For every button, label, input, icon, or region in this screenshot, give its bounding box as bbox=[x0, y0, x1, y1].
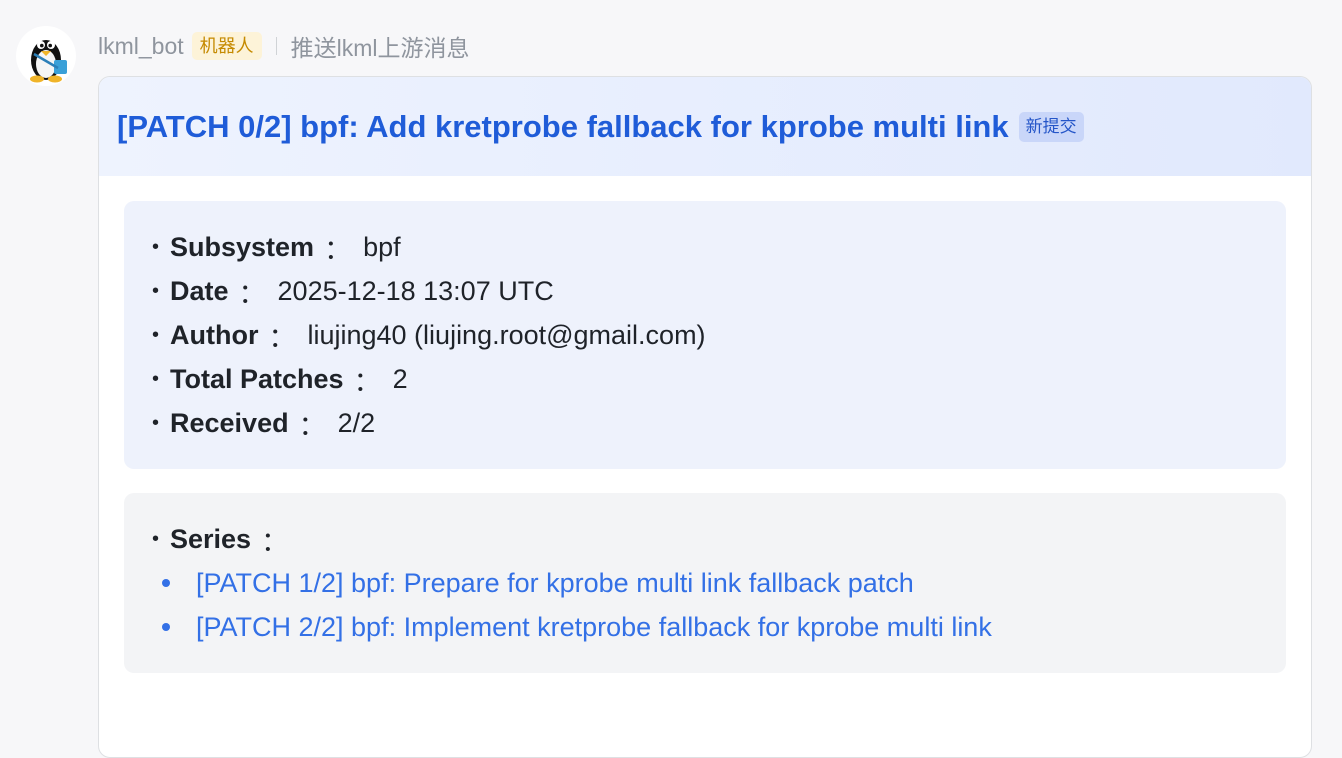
sender-subtitle: 推送lkml上游消息 bbox=[290, 35, 470, 61]
message-card: [PATCH 0/2] bpf: Add kretprobe fallback … bbox=[98, 76, 1312, 758]
field-value: 2/2 bbox=[337, 407, 376, 438]
bullet-icon: • bbox=[152, 367, 160, 390]
bullet-icon: • bbox=[152, 235, 160, 258]
bot-badge: 机器人 bbox=[191, 32, 262, 60]
field-row-total-patches: • Total Patches ： 2 bbox=[152, 357, 1258, 401]
field-separator: ： bbox=[261, 526, 289, 557]
field-separator: ： bbox=[353, 366, 381, 397]
field-separator: ： bbox=[298, 410, 326, 441]
field-key: Subsystem bbox=[170, 231, 315, 262]
field-value: bpf bbox=[363, 231, 401, 262]
field-separator: ： bbox=[324, 234, 352, 265]
card-header: [PATCH 0/2] bpf: Add kretprobe fallback … bbox=[99, 77, 1311, 176]
new-submission-tag: 新提交 bbox=[1018, 111, 1084, 142]
message-header: lkml_bot 机器人 推送lkml上游消息 bbox=[98, 28, 470, 64]
sender-name[interactable]: lkml_bot bbox=[98, 33, 184, 60]
series-panel: • Series ： [PATCH 1/2] bpf: Prepare for … bbox=[124, 493, 1286, 673]
tux-penguin-icon bbox=[30, 40, 67, 83]
bullet-icon: • bbox=[152, 279, 160, 302]
patch-info-panel: • Subsystem ： bpf • Date ： 2025-12-18 13… bbox=[124, 201, 1286, 469]
field-row-received: • Received ： 2/2 bbox=[152, 401, 1258, 445]
field-key: Received bbox=[170, 407, 289, 438]
field-row-date: • Date ： 2025-12-18 13:07 UTC bbox=[152, 269, 1258, 313]
bullet-icon: • bbox=[152, 411, 160, 434]
field-value: 2 bbox=[392, 363, 408, 394]
patch-link[interactable]: [PATCH 2/2] bpf: Implement kretprobe fal… bbox=[196, 612, 992, 643]
field-key: Author bbox=[170, 319, 259, 350]
field-key: Total Patches bbox=[170, 363, 344, 394]
series-item: [PATCH 1/2] bpf: Prepare for kprobe mult… bbox=[152, 561, 1258, 605]
link-bullet-icon bbox=[162, 579, 170, 587]
field-value: 2025-12-18 13:07 UTC bbox=[277, 275, 554, 306]
field-separator: ： bbox=[268, 322, 296, 353]
bullet-icon: • bbox=[152, 527, 160, 550]
patch-link[interactable]: [PATCH 1/2] bpf: Prepare for kprobe mult… bbox=[196, 568, 914, 599]
series-key: Series bbox=[170, 523, 252, 554]
field-key: Date bbox=[170, 275, 229, 306]
series-item: [PATCH 2/2] bpf: Implement kretprobe fal… bbox=[152, 605, 1258, 649]
field-row-subsystem: • Subsystem ： bpf bbox=[152, 225, 1258, 269]
avatar[interactable] bbox=[16, 26, 76, 86]
series-heading-row: • Series ： bbox=[152, 517, 1258, 561]
field-row-author: • Author ： liujing40 (liujing.root@gmail… bbox=[152, 313, 1258, 357]
field-separator: ： bbox=[238, 278, 266, 309]
link-bullet-icon bbox=[162, 623, 170, 631]
card-title[interactable]: [PATCH 0/2] bpf: Add kretprobe fallback … bbox=[117, 109, 1009, 145]
bullet-icon: • bbox=[152, 323, 160, 346]
header-divider bbox=[275, 37, 277, 55]
field-value: liujing40 (liujing.root@gmail.com) bbox=[307, 319, 706, 350]
